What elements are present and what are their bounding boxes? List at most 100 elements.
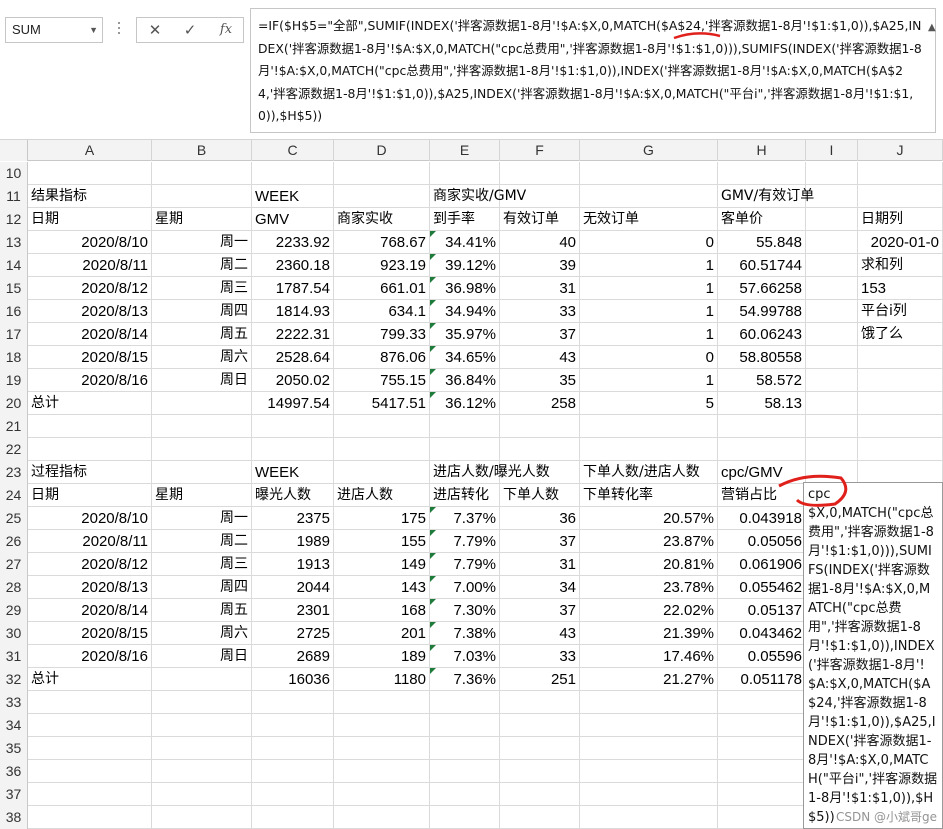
cell-b23[interactable] <box>152 461 252 484</box>
cell-h34[interactable] <box>718 714 806 737</box>
cell-e27[interactable]: 7.79% <box>430 553 500 576</box>
cell-a16[interactable]: 2020/8/13 <box>28 300 152 323</box>
cell-i17[interactable] <box>806 323 858 346</box>
cell-f22[interactable] <box>500 438 580 461</box>
cell-j18[interactable] <box>858 346 943 369</box>
cell-g20[interactable]: 5 <box>580 392 718 415</box>
cell-g23[interactable]: 下单人数/进店人数 <box>580 461 718 484</box>
cell-a31[interactable]: 2020/8/16 <box>28 645 152 668</box>
row-header[interactable]: 36 <box>0 760 28 783</box>
formula-input[interactable]: =IF($H$5="全部",SUMIF(INDEX('拌客源数据1-8月'!$A… <box>250 8 936 133</box>
row-header[interactable]: 24 <box>0 484 28 507</box>
cell-b31[interactable]: 周日 <box>152 645 252 668</box>
cell-f35[interactable] <box>500 737 580 760</box>
cell-h33[interactable] <box>718 691 806 714</box>
cell-c32[interactable]: 16036 <box>252 668 334 691</box>
cell-c15[interactable]: 1787.54 <box>252 277 334 300</box>
cell-i13[interactable] <box>806 231 858 254</box>
cell-h14[interactable]: 60.51744 <box>718 254 806 277</box>
cell-c22[interactable] <box>252 438 334 461</box>
close-icon[interactable]: ✕ <box>140 18 170 42</box>
cell-a10[interactable] <box>28 162 152 185</box>
cell-c16[interactable]: 1814.93 <box>252 300 334 323</box>
cell-f30[interactable]: 43 <box>500 622 580 645</box>
cell-d26[interactable]: 155 <box>334 530 430 553</box>
cell-a11[interactable]: 结果指标 <box>28 185 152 208</box>
cell-b30[interactable]: 周六 <box>152 622 252 645</box>
cell-f17[interactable]: 37 <box>500 323 580 346</box>
cell-e34[interactable] <box>430 714 500 737</box>
cell-j15[interactable]: 153 <box>858 277 943 300</box>
cell-h26[interactable]: 0.05056 <box>718 530 806 553</box>
cell-h19[interactable]: 58.572 <box>718 369 806 392</box>
cell-e25[interactable]: 7.37% <box>430 507 500 530</box>
cell-b11[interactable] <box>152 185 252 208</box>
cell-f38[interactable] <box>500 806 580 829</box>
cell-g19[interactable]: 1 <box>580 369 718 392</box>
cell-e36[interactable] <box>430 760 500 783</box>
cell-a14[interactable]: 2020/8/11 <box>28 254 152 277</box>
cell-g29[interactable]: 22.02% <box>580 599 718 622</box>
cell-d27[interactable]: 149 <box>334 553 430 576</box>
cell-a15[interactable]: 2020/8/12 <box>28 277 152 300</box>
row-header[interactable]: 15 <box>0 277 28 300</box>
cell-g28[interactable]: 23.78% <box>580 576 718 599</box>
cell-g14[interactable]: 1 <box>580 254 718 277</box>
cell-e23[interactable]: 进店人数/曝光人数 <box>430 461 550 484</box>
cell-e10[interactable] <box>430 162 500 185</box>
cell-b17[interactable]: 周五 <box>152 323 252 346</box>
cell-c33[interactable] <box>252 691 334 714</box>
cell-g15[interactable]: 1 <box>580 277 718 300</box>
cell-i21[interactable] <box>806 415 858 438</box>
cell-i18[interactable] <box>806 346 858 369</box>
row-header[interactable]: 21 <box>0 415 28 438</box>
column-header-h[interactable]: H <box>718 140 806 161</box>
cell-e19[interactable]: 36.84% <box>430 369 500 392</box>
cell-e14[interactable]: 39.12% <box>430 254 500 277</box>
cell-j19[interactable] <box>858 369 943 392</box>
cell-h27[interactable]: 0.061906 <box>718 553 806 576</box>
cell-d21[interactable] <box>334 415 430 438</box>
cell-b12[interactable]: 星期 <box>152 208 252 231</box>
select-all-corner[interactable] <box>0 140 28 161</box>
cell-d30[interactable]: 201 <box>334 622 430 645</box>
cell-g11[interactable] <box>580 185 718 208</box>
cell-c36[interactable] <box>252 760 334 783</box>
cell-c17[interactable]: 2222.31 <box>252 323 334 346</box>
cell-g27[interactable]: 20.81% <box>580 553 718 576</box>
row-header[interactable]: 33 <box>0 691 28 714</box>
cell-f10[interactable] <box>500 162 580 185</box>
cell-a24[interactable]: 日期 <box>28 484 152 507</box>
cell-b22[interactable] <box>152 438 252 461</box>
cell-b28[interactable]: 周四 <box>152 576 252 599</box>
cell-j17[interactable]: 饿了么 <box>858 323 943 346</box>
cell-a37[interactable] <box>28 783 152 806</box>
cell-b36[interactable] <box>152 760 252 783</box>
cell-c13[interactable]: 2233.92 <box>252 231 334 254</box>
cell-i10[interactable] <box>806 162 858 185</box>
cell-g16[interactable]: 1 <box>580 300 718 323</box>
row-header[interactable]: 35 <box>0 737 28 760</box>
cell-a22[interactable] <box>28 438 152 461</box>
cell-f13[interactable]: 40 <box>500 231 580 254</box>
cell-h17[interactable]: 60.06243 <box>718 323 806 346</box>
cell-e32[interactable]: 7.36% <box>430 668 500 691</box>
cell-h11[interactable]: GMV/有效订单 <box>718 185 814 208</box>
column-header-i[interactable]: I <box>806 140 858 161</box>
cell-a30[interactable]: 2020/8/15 <box>28 622 152 645</box>
cell-h21[interactable] <box>718 415 806 438</box>
cell-d14[interactable]: 923.19 <box>334 254 430 277</box>
cell-b38[interactable] <box>152 806 252 829</box>
cell-f21[interactable] <box>500 415 580 438</box>
row-header[interactable]: 30 <box>0 622 28 645</box>
cell-d16[interactable]: 634.1 <box>334 300 430 323</box>
cell-b25[interactable]: 周一 <box>152 507 252 530</box>
cell-h30[interactable]: 0.043462 <box>718 622 806 645</box>
cell-a32[interactable]: 总计 <box>28 668 152 691</box>
row-header[interactable]: 32 <box>0 668 28 691</box>
cell-h22[interactable] <box>718 438 806 461</box>
cell-g37[interactable] <box>580 783 718 806</box>
cell-d15[interactable]: 661.01 <box>334 277 430 300</box>
cell-c31[interactable]: 2689 <box>252 645 334 668</box>
cell-g22[interactable] <box>580 438 718 461</box>
